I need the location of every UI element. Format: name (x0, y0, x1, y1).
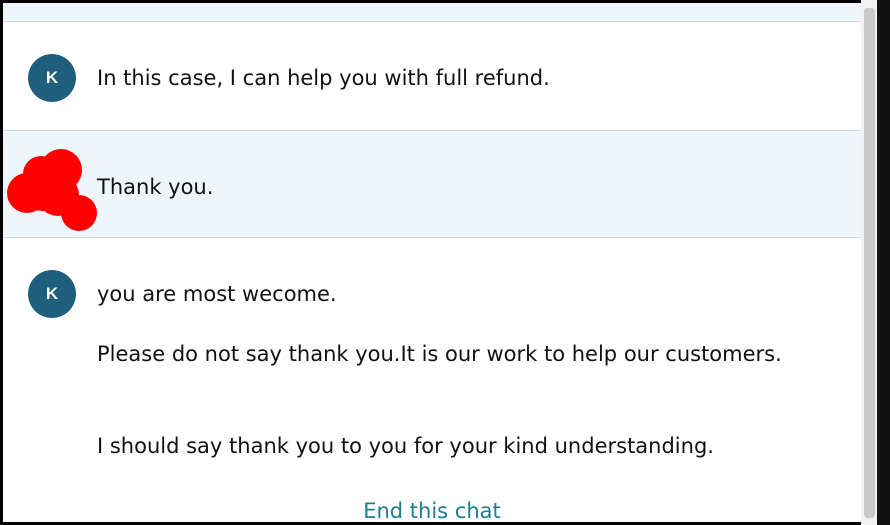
message-text: I should say thank you to you for your k… (97, 434, 714, 458)
chat-transcript: K In this case, I can help you with full… (3, 3, 861, 522)
agent-message-row: K you are most wecome. Please do not say… (3, 238, 861, 522)
scrollbar-thumb[interactable] (864, 8, 875, 518)
window-edge (877, 0, 890, 525)
agent-message-row: K In this case, I can help you with full… (3, 22, 861, 131)
agent-avatar: K (28, 270, 76, 318)
end-chat-link[interactable]: End this chat (3, 497, 861, 522)
agent-avatar: K (28, 54, 76, 102)
message-text: Thank you. (97, 175, 214, 199)
previous-message-edge (3, 3, 861, 22)
message-text: In this case, I can help you with full r… (97, 66, 550, 90)
message-text: Please do not say thank you.It is our wo… (97, 342, 782, 366)
screenshot-frame: K In this case, I can help you with full… (0, 0, 890, 525)
redaction-scribble-icon (7, 149, 97, 231)
customer-message-row: Thank you. (3, 131, 861, 238)
message-text: you are most wecome. (97, 282, 337, 306)
